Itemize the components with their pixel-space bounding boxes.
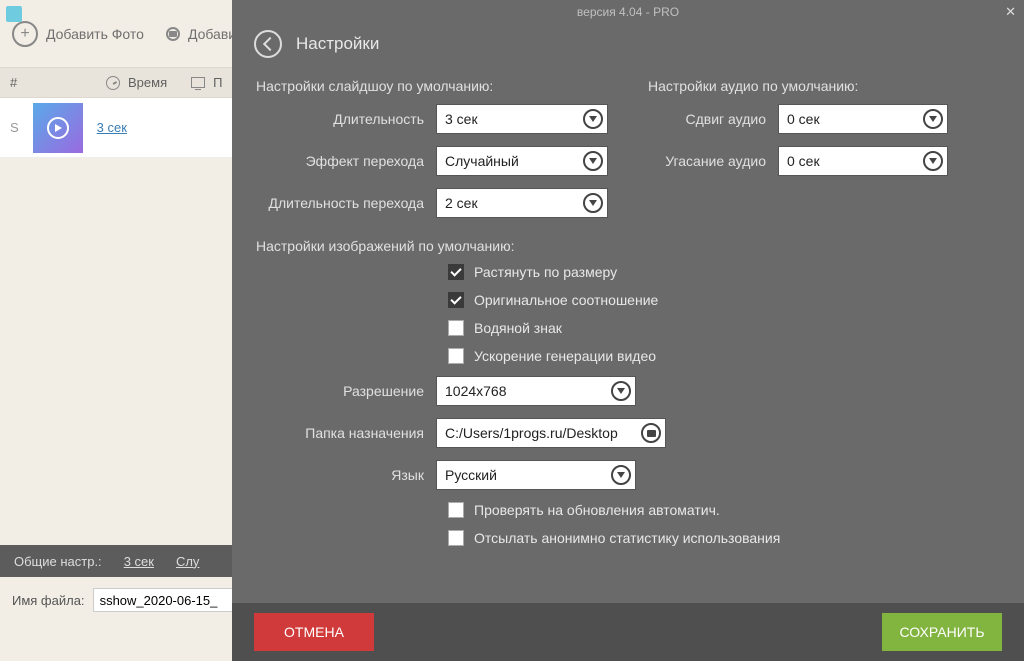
audio-section-title: Настройки аудио по умолчанию: xyxy=(648,78,1000,94)
original-ratio-checkbox[interactable] xyxy=(448,292,464,308)
chevron-down-icon xyxy=(583,193,603,213)
resolution-select[interactable]: 1024x768 xyxy=(436,376,636,406)
chevron-down-icon xyxy=(583,151,603,171)
col-time: Время xyxy=(128,75,167,90)
stats-checkbox[interactable] xyxy=(448,530,464,546)
duration-select[interactable]: 3 сек xyxy=(436,104,608,134)
accel-checkbox[interactable] xyxy=(448,348,464,364)
stretch-label: Растянуть по размеру xyxy=(474,264,617,280)
settings-modal: версия 4.04 - PRO ✕ Настройки Настройки … xyxy=(232,0,1024,661)
global-label: Общие настр.: xyxy=(14,554,102,569)
folder-icon[interactable] xyxy=(641,423,661,443)
watermark-label: Водяной знак xyxy=(474,320,562,336)
add-photo-button[interactable]: + Добавить Фото xyxy=(12,21,144,47)
global-effect-link[interactable]: Слу xyxy=(176,554,199,569)
language-select[interactable]: Русский xyxy=(436,460,636,490)
dest-folder-label: Папка назначения xyxy=(256,425,436,441)
audio-shift-value: 0 сек xyxy=(787,111,820,127)
col-hash: # xyxy=(10,75,30,90)
save-button[interactable]: СОХРАНИТЬ xyxy=(882,613,1002,651)
watermark-checkbox[interactable] xyxy=(448,320,464,336)
transition-effect-label: Эффект перехода xyxy=(256,153,436,169)
transition-effect-value: Случайный xyxy=(445,153,519,169)
modal-body: Настройки слайдшоу по умолчанию: Длитель… xyxy=(232,64,1024,603)
transition-effect-select[interactable]: Случайный xyxy=(436,146,608,176)
updates-label: Проверять на обновления автоматич. xyxy=(474,502,720,518)
dest-folder-value: C:/Users/1progs.ru/Desktop xyxy=(445,425,618,441)
chevron-down-icon xyxy=(583,109,603,129)
language-label: Язык xyxy=(256,467,436,483)
modal-header: Настройки xyxy=(232,24,1024,64)
back-button[interactable] xyxy=(254,30,282,58)
modal-footer: ОТМЕНА СОХРАНИТЬ xyxy=(232,603,1024,661)
chevron-down-icon xyxy=(611,381,631,401)
resolution-value: 1024x768 xyxy=(445,383,507,399)
accel-label: Ускорение генерации видео xyxy=(474,348,656,364)
global-duration-link[interactable]: 3 сек xyxy=(124,554,154,569)
chevron-down-icon xyxy=(611,465,631,485)
app-logo-icon xyxy=(6,6,22,22)
images-section-title: Настройки изображений по умолчанию: xyxy=(256,238,1000,254)
duration-label: Длительность xyxy=(256,111,436,127)
original-ratio-label: Оригинальное соотношение xyxy=(474,292,658,308)
slideshow-section-title: Настройки слайдшоу по умолчанию: xyxy=(256,78,608,94)
plus-icon: + xyxy=(12,21,38,47)
audio-fade-label: Угасание аудио xyxy=(648,153,778,169)
folder-circle-icon xyxy=(166,27,180,41)
transition-duration-select[interactable]: 2 сек xyxy=(436,188,608,218)
transition-duration-label: Длительность перехода xyxy=(256,195,436,211)
monitor-icon xyxy=(191,77,205,88)
updates-checkbox[interactable] xyxy=(448,502,464,518)
chevron-down-icon xyxy=(923,109,943,129)
col-mon: П xyxy=(213,75,222,90)
audio-shift-select[interactable]: 0 сек xyxy=(778,104,948,134)
dest-folder-field[interactable]: C:/Users/1progs.ru/Desktop xyxy=(436,418,666,448)
version-text: версия 4.04 - PRO xyxy=(577,5,679,19)
stretch-checkbox[interactable] xyxy=(448,264,464,280)
add-photo-label: Добавить Фото xyxy=(46,26,144,42)
modal-title: Настройки xyxy=(296,34,379,54)
play-icon xyxy=(47,117,69,139)
modal-titlebar: версия 4.04 - PRO ✕ xyxy=(232,0,1024,24)
chevron-down-icon xyxy=(923,151,943,171)
stats-label: Отсылать анонимно статистику использован… xyxy=(474,530,780,546)
audio-fade-value: 0 сек xyxy=(787,153,820,169)
transition-duration-value: 2 сек xyxy=(445,195,478,211)
slide-thumbnail[interactable] xyxy=(33,103,83,153)
audio-shift-label: Сдвиг аудио xyxy=(648,111,778,127)
filename-label: Имя файла: xyxy=(12,593,85,608)
duration-value: 3 сек xyxy=(445,111,478,127)
audio-fade-select[interactable]: 0 сек xyxy=(778,146,948,176)
clock-icon xyxy=(106,76,120,90)
row-number: S xyxy=(10,120,19,135)
row-duration-link[interactable]: 3 сек xyxy=(97,120,127,135)
language-value: Русский xyxy=(445,467,497,483)
cancel-button[interactable]: ОТМЕНА xyxy=(254,613,374,651)
resolution-label: Разрешение xyxy=(256,383,436,399)
close-icon[interactable]: ✕ xyxy=(1005,4,1016,20)
